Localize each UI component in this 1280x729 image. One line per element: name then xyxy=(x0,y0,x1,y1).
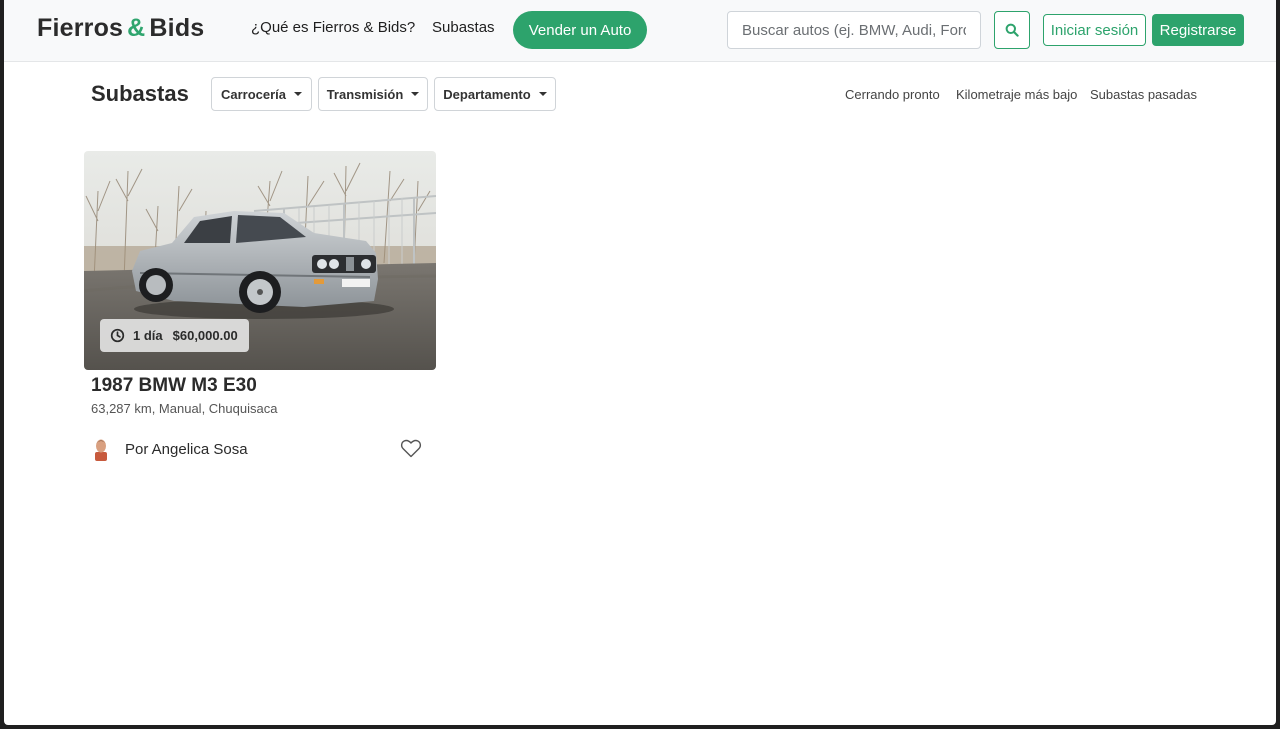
site-logo[interactable]: Fierros & Bids xyxy=(37,14,204,43)
logo-text-fierros: Fierros xyxy=(37,14,124,42)
login-button[interactable]: Iniciar sesión xyxy=(1043,14,1146,46)
logo-ampersand: & xyxy=(127,14,146,42)
filter-label: Carrocería xyxy=(220,86,287,102)
sell-car-button[interactable]: Vender un Auto xyxy=(513,11,647,49)
caret-down-icon xyxy=(294,92,303,96)
search-input[interactable] xyxy=(727,11,981,49)
page-title: Subastas xyxy=(91,81,189,106)
caret-down-icon xyxy=(538,92,547,96)
sort-past-auctions[interactable]: Subastas pasadas xyxy=(1090,87,1197,102)
time-and-bid-badge: 1 día $60,000.00 xyxy=(100,319,249,352)
listing-details: 63,287 km, Manual, Chuquisaca xyxy=(91,401,278,416)
sort-ending-soon[interactable]: Cerrando pronto xyxy=(845,87,940,102)
clock-icon xyxy=(110,328,125,343)
time-left: 1 día xyxy=(133,328,163,343)
listing-title[interactable]: 1987 BMW M3 E30 xyxy=(91,375,257,397)
heart-icon[interactable] xyxy=(399,436,423,460)
top-navbar: Fierros & Bids ¿Qué es Fierros & Bids? Sub… xyxy=(4,0,1276,62)
filter-dropdown-body-type[interactable]: Carrocería xyxy=(211,77,312,111)
register-button[interactable]: Registrarse xyxy=(1152,14,1244,46)
filter-dropdown-department[interactable]: Departamento xyxy=(434,77,556,111)
logo-text-bids: Bids xyxy=(149,14,205,42)
filter-label: Transmisión xyxy=(326,86,404,102)
nav-link-what-is[interactable]: ¿Qué es Fierros & Bids? xyxy=(251,19,415,36)
browser-page: Fierros & Bids ¿Qué es Fierros & Bids? Sub… xyxy=(4,0,1276,725)
filter-label: Departamento xyxy=(443,86,531,102)
seller-name: Por Angelica Sosa xyxy=(125,441,248,458)
nav-link-auctions[interactable]: Subastas xyxy=(432,19,495,36)
listing-photo[interactable]: 1 día $60,000.00 xyxy=(84,151,436,370)
current-bid: $60,000.00 xyxy=(172,328,238,343)
search-button[interactable] xyxy=(994,11,1030,49)
caret-down-icon xyxy=(411,92,420,96)
seller-avatar xyxy=(95,439,107,461)
search-icon xyxy=(1005,23,1019,37)
filter-dropdown-transmission[interactable]: Transmisión xyxy=(318,77,428,111)
sort-lowest-mileage[interactable]: Kilometraje más bajo xyxy=(956,87,1077,102)
